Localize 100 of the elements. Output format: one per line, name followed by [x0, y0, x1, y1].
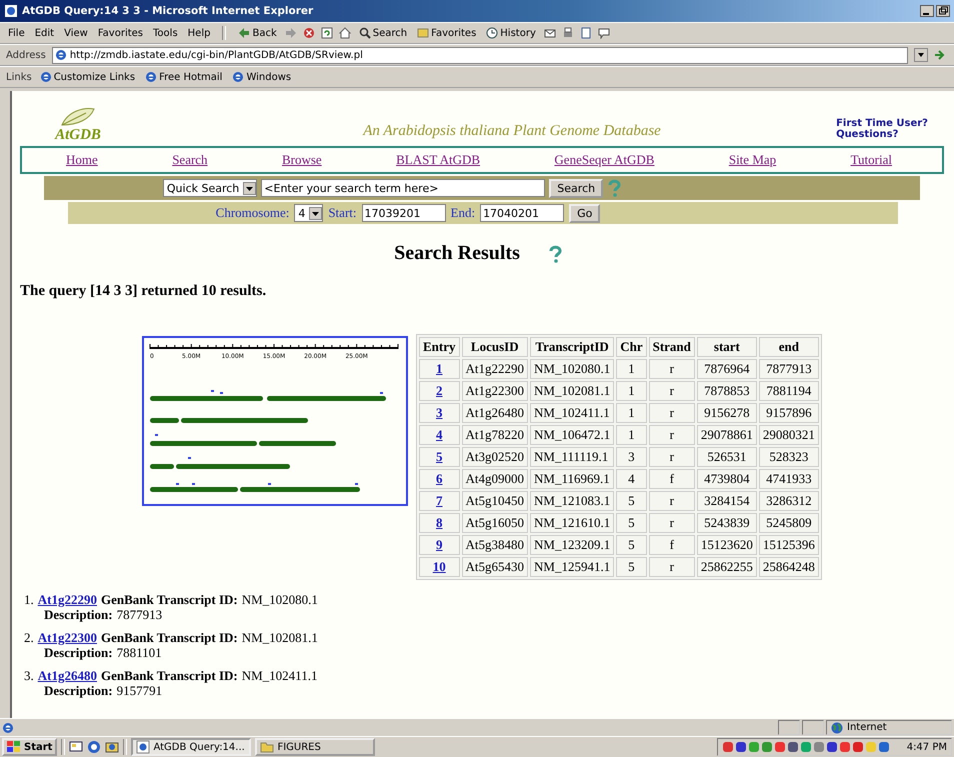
help-link[interactable]: First Time User? — [836, 118, 928, 129]
entry-link[interactable]: 8 — [436, 515, 442, 530]
table-cell: 3 — [616, 447, 647, 467]
clock-icon — [486, 27, 498, 39]
table-cell: 526531 — [696, 447, 757, 467]
arrow-icon — [238, 27, 250, 39]
back-button[interactable]: Back — [236, 27, 279, 39]
table-cell: NM_116969.1 — [530, 469, 614, 489]
restore-icon — [936, 5, 950, 17]
field-value: NM_102081.1 — [242, 630, 318, 645]
table-cell: At1g22290 — [462, 359, 528, 379]
table-cell: 7876964 — [696, 359, 757, 379]
table-cell: At1g26480 — [462, 403, 528, 423]
table-cell: 1 — [616, 425, 647, 445]
entry-link[interactable]: 1 — [436, 361, 442, 376]
field-value: NM_102411.1 — [242, 668, 318, 683]
table-cell: 5 — [616, 491, 647, 511]
entry-link[interactable]: 6 — [436, 471, 442, 486]
table-cell: f — [648, 535, 695, 555]
history-button[interactable]: History — [484, 27, 538, 39]
table-cell: 9157896 — [758, 403, 819, 423]
table-cell: 1 — [616, 381, 647, 401]
table-cell: 4 — [616, 469, 647, 489]
locus-link[interactable]: At1g22290 — [38, 592, 97, 607]
document-icon — [580, 27, 592, 39]
menu-item[interactable]: Favorites — [96, 28, 146, 38]
menu-item[interactable]: Edit — [32, 28, 56, 38]
start-field[interactable]: 17039201 — [362, 204, 446, 222]
browser-icon — [87, 740, 102, 754]
table-cell: NM_121083.1 — [530, 491, 614, 511]
table-cell: NM_106472.1 — [530, 425, 614, 445]
menu-item[interactable]: Help — [186, 28, 212, 38]
menu-item[interactable]: File — [6, 28, 27, 38]
table-cell: 528323 — [758, 447, 819, 467]
entry-link[interactable]: 2 — [436, 383, 442, 398]
zone-name: Internet — [847, 722, 887, 733]
nav-link[interactable]: Site Map — [728, 152, 776, 168]
page-icon — [232, 71, 244, 83]
field-label: GenBank Transcript ID: — [100, 668, 238, 683]
column-header: TranscriptID — [530, 337, 614, 357]
table-cell: NM_102081.1 — [530, 381, 614, 401]
table-cell: At5g65430 — [462, 557, 528, 577]
nav-link[interactable]: Search — [172, 152, 208, 168]
table-cell: r — [648, 425, 695, 445]
link-button[interactable]: Free Hotmail — [143, 71, 224, 83]
result-number: 1. — [24, 592, 34, 607]
table-cell: At5g38480 — [462, 535, 528, 555]
table-cell: NM_123209.1 — [530, 535, 614, 555]
nav-link[interactable]: Browse — [282, 152, 322, 168]
link-button[interactable]: Windows — [230, 71, 294, 83]
entry-link[interactable]: 7 — [436, 493, 442, 508]
table-cell: 1 — [616, 403, 647, 423]
search-button[interactable]: Search — [356, 27, 410, 39]
table-cell: 7881194 — [758, 381, 819, 401]
dropdown-icon — [243, 182, 256, 194]
entry-link[interactable]: 4 — [436, 427, 442, 442]
minimize-icon — [920, 5, 934, 17]
links-label: Links — [6, 72, 32, 82]
status-panel — [778, 720, 800, 735]
menu-item[interactable]: View — [62, 28, 90, 38]
nav-link[interactable]: GeneSeqer AtGDB — [554, 152, 654, 168]
entry-link[interactable]: 9 — [436, 537, 442, 552]
locus-link[interactable]: At1g22300 — [38, 630, 97, 645]
taskbar-button[interactable]: AtGDB Query:14... — [131, 738, 252, 756]
favorites-button[interactable]: Favorites — [415, 27, 478, 39]
entry-link[interactable]: 5 — [436, 449, 442, 464]
logo-text: AtGDB — [55, 127, 101, 144]
help-link[interactable]: Questions? — [836, 129, 928, 140]
field-label: Description: — [44, 683, 113, 698]
table-cell: 1 — [616, 359, 647, 379]
search-button[interactable]: Search — [549, 178, 604, 198]
link-button[interactable]: Customize Links — [38, 71, 138, 83]
taskbar-button[interactable]: FIGURES — [255, 738, 376, 756]
column-header: start — [696, 337, 757, 357]
search-field[interactable]: <Enter your search term here> — [261, 179, 546, 197]
table-cell: 9156278 — [696, 403, 757, 423]
table-cell: r — [648, 359, 695, 379]
field-label: Description: — [44, 645, 113, 660]
table-cell: At5g16050 — [462, 513, 528, 533]
search-mode-dropdown[interactable]: Quick Search — [162, 179, 258, 197]
end-field[interactable]: 17040201 — [480, 204, 564, 222]
menu-item[interactable]: Tools — [151, 28, 180, 38]
start-button[interactable]: Start — [2, 738, 58, 756]
address-field[interactable]: http://zmdb.iastate.edu/cgi-bin/PlantGDB/AtGDB/SRview.pl — [52, 46, 908, 64]
table-cell: 4739804 — [696, 469, 757, 489]
browser-icon — [136, 740, 150, 754]
nav-link[interactable]: Tutorial — [850, 152, 892, 168]
folder-icon — [417, 27, 430, 39]
locus-link[interactable]: At1g26480 — [38, 668, 97, 683]
table-cell: At1g78220 — [462, 425, 528, 445]
entry-link[interactable]: 3 — [436, 405, 442, 420]
table-cell: r — [648, 513, 695, 533]
chromosome-dropdown[interactable]: 4 — [294, 204, 324, 222]
nav-link[interactable]: Home — [66, 152, 98, 168]
table-cell: r — [648, 447, 695, 467]
field-value: 9157791 — [116, 683, 162, 698]
nav-link[interactable]: BLAST AtGDB — [396, 152, 480, 168]
table-cell: 4741933 — [758, 469, 819, 489]
go-button[interactable]: Go — [569, 204, 600, 222]
table-cell: 25864248 — [758, 557, 819, 577]
